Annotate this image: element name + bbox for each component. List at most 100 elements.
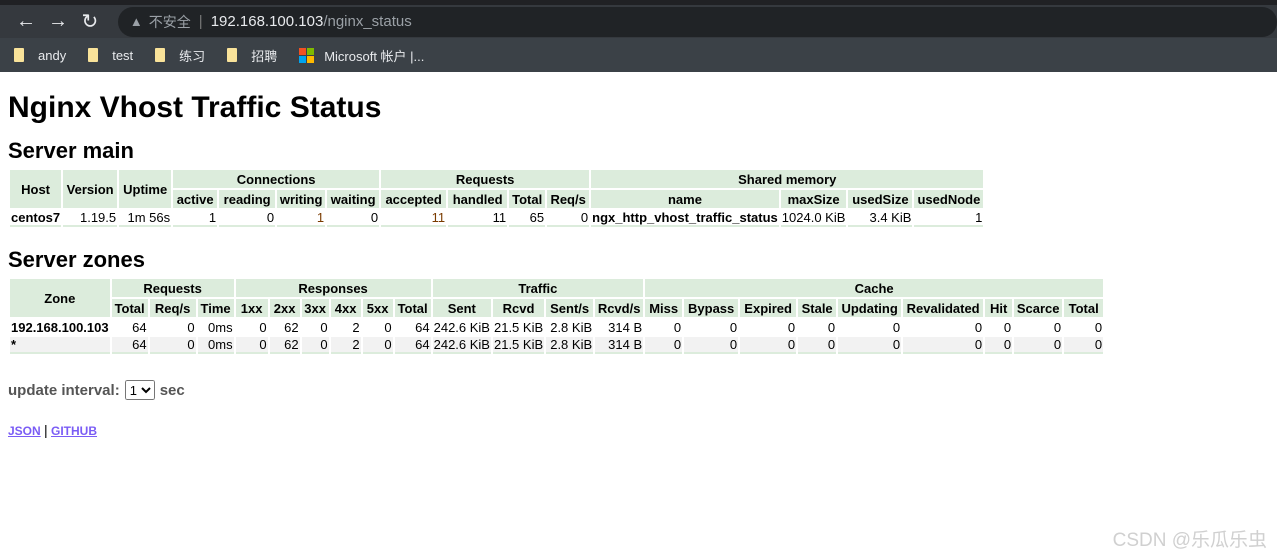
column-header: maxSize	[780, 190, 847, 208]
table-cell: 1	[173, 210, 218, 227]
column-header: 3xx	[301, 299, 329, 317]
column-header: usedNode	[914, 190, 984, 208]
bookmark-label[interactable]: andy	[38, 48, 66, 63]
table-cell: 1	[277, 210, 326, 227]
bookmark-label[interactable]: 练习	[179, 46, 205, 65]
table-cell: 0	[798, 337, 837, 354]
table-cell: 11	[448, 210, 508, 227]
folder-icon	[155, 48, 166, 62]
column-header: Rcvd/s	[595, 299, 644, 317]
page-title: Nginx Vhost Traffic Status	[8, 91, 382, 124]
table-cell: 21.5 KiB	[493, 319, 544, 335]
browser-toolbar: ← → ↻ ▲ 不安全 | 192.168.100.103/nginx_stat…	[0, 5, 1277, 38]
back-button[interactable]: ←	[10, 10, 42, 33]
watermark: CSDN @乐瓜乐虫	[1112, 530, 1267, 551]
table-cell: 0ms	[208, 319, 233, 335]
table-cell: 3.4 KiB	[848, 210, 913, 227]
table-cell: 1.19.5	[63, 210, 118, 227]
table-cell: 1	[914, 210, 984, 227]
table-cell: 2	[352, 319, 360, 335]
header-column-row: Total Req/s Time 1xx 2xx 3xx 4xx 5xx Total Sent Rc…	[10, 299, 1104, 317]
header-requests: Requests	[381, 170, 590, 188]
column-header: Miss	[645, 299, 683, 317]
bookmark-label[interactable]: 招聘	[251, 46, 277, 65]
github-link[interactable]: GITHUB	[51, 424, 97, 438]
table-cell: 0	[149, 337, 196, 354]
update-interval-label: update interval:	[8, 381, 120, 399]
bookmark-label[interactable]: Microsoft 帐户 |...	[324, 46, 424, 65]
bookmarks-bar: andy test 练习 招聘 Microsoft 帐户 |...	[0, 38, 1277, 72]
url-path: /nginx_status	[323, 13, 412, 30]
bookmark-item[interactable]: 练习	[155, 46, 205, 65]
address-bar[interactable]: ▲ 不安全 | 192.168.100.103/nginx_status	[117, 6, 1277, 37]
column-header: Time	[197, 299, 234, 317]
table-cell: 64	[394, 337, 431, 354]
table-cell: 64	[415, 319, 430, 335]
table-cell: 0	[1094, 319, 1103, 335]
link-separator: |	[44, 422, 48, 438]
table-cell: 0	[235, 337, 268, 354]
table-cell: 0	[187, 319, 195, 335]
table-cell: 0	[985, 337, 1013, 354]
table-cell: 11	[381, 210, 447, 227]
table-cell: 0	[1053, 319, 1062, 335]
header-requests: Requests	[111, 279, 234, 297]
security-label[interactable]: 不安全	[149, 12, 191, 32]
bookmark-item[interactable]: test	[88, 48, 133, 63]
url-host: 192.168.100.103	[210, 13, 324, 30]
warning-icon[interactable]: ▲	[130, 14, 143, 29]
table-cell: 192.168.100.103	[11, 319, 109, 335]
table-cell: 0	[1014, 337, 1063, 354]
table-cell: 0	[673, 319, 682, 335]
server-main-table: Host Version Uptime Connections Requests Shar…	[8, 168, 985, 229]
column-header: Total	[111, 299, 148, 317]
column-header: handled	[448, 190, 508, 208]
table-cell: centos7	[10, 210, 62, 227]
table-cell: 2	[330, 337, 361, 354]
table-cell: 314 B	[595, 337, 644, 354]
table-cell: 0ms	[197, 337, 234, 354]
column-header: active	[173, 190, 218, 208]
table-cell: 0	[787, 319, 796, 335]
folder-icon	[88, 48, 99, 62]
update-interval-unit: sec	[159, 381, 185, 399]
table-cell: 0	[384, 319, 392, 335]
bookmark-item[interactable]: Microsoft 帐户 |...	[299, 46, 424, 65]
table-cell: 0	[1003, 319, 1012, 335]
microsoft-logo-icon	[299, 47, 315, 63]
header-connections: Connections	[173, 170, 380, 188]
json-link[interactable]: JSON	[8, 424, 41, 438]
table-cell: 64	[111, 337, 148, 354]
header-uptime: Uptime	[119, 170, 172, 208]
table-cell: 62	[284, 319, 299, 335]
folder-icon	[14, 48, 24, 62]
column-header: Rcvd	[492, 299, 545, 317]
column-header: 1xx	[235, 299, 268, 317]
table-cell: 0	[892, 319, 901, 335]
bookmark-item[interactable]: 招聘	[227, 46, 277, 65]
table-cell: 0	[838, 337, 902, 354]
bookmark-item[interactable]: andy	[14, 48, 66, 63]
bookmark-label[interactable]: test	[112, 48, 133, 63]
reload-button[interactable]: ↻	[74, 9, 106, 34]
table-cell: 0	[827, 319, 836, 335]
table-cell: ngx_http_vhost_traffic_status	[591, 210, 779, 227]
forward-button[interactable]: →	[42, 10, 74, 33]
header-cache: Cache	[645, 279, 1104, 297]
header-group-row: Host Version Uptime Connections Requests Shar…	[10, 170, 984, 208]
table-row: centos7 1.19.5 1m 56s 1 0 1 0 11 11 65 0 ngx_http_v…	[10, 210, 984, 227]
table-cell: 0	[547, 210, 590, 227]
column-header: Revalidated	[903, 299, 984, 317]
server-zones-table: Zone Requests Responses Traffic Cache Total Re…	[8, 277, 1105, 356]
table-cell: 0	[903, 337, 984, 354]
table-cell: 2.8 KiB	[546, 337, 594, 354]
column-header: Expired	[740, 299, 797, 317]
update-interval-select[interactable]: 1	[124, 380, 155, 400]
footer-links: JSON | GITHUB	[8, 422, 1269, 438]
table-cell: 1024.0 KiB	[780, 210, 847, 227]
table-cell: 64	[132, 319, 147, 335]
table-cell: 0	[362, 337, 393, 354]
header-zone: Zone	[10, 279, 110, 317]
column-header: Req/s	[547, 190, 590, 208]
column-header: Updating	[838, 299, 902, 317]
